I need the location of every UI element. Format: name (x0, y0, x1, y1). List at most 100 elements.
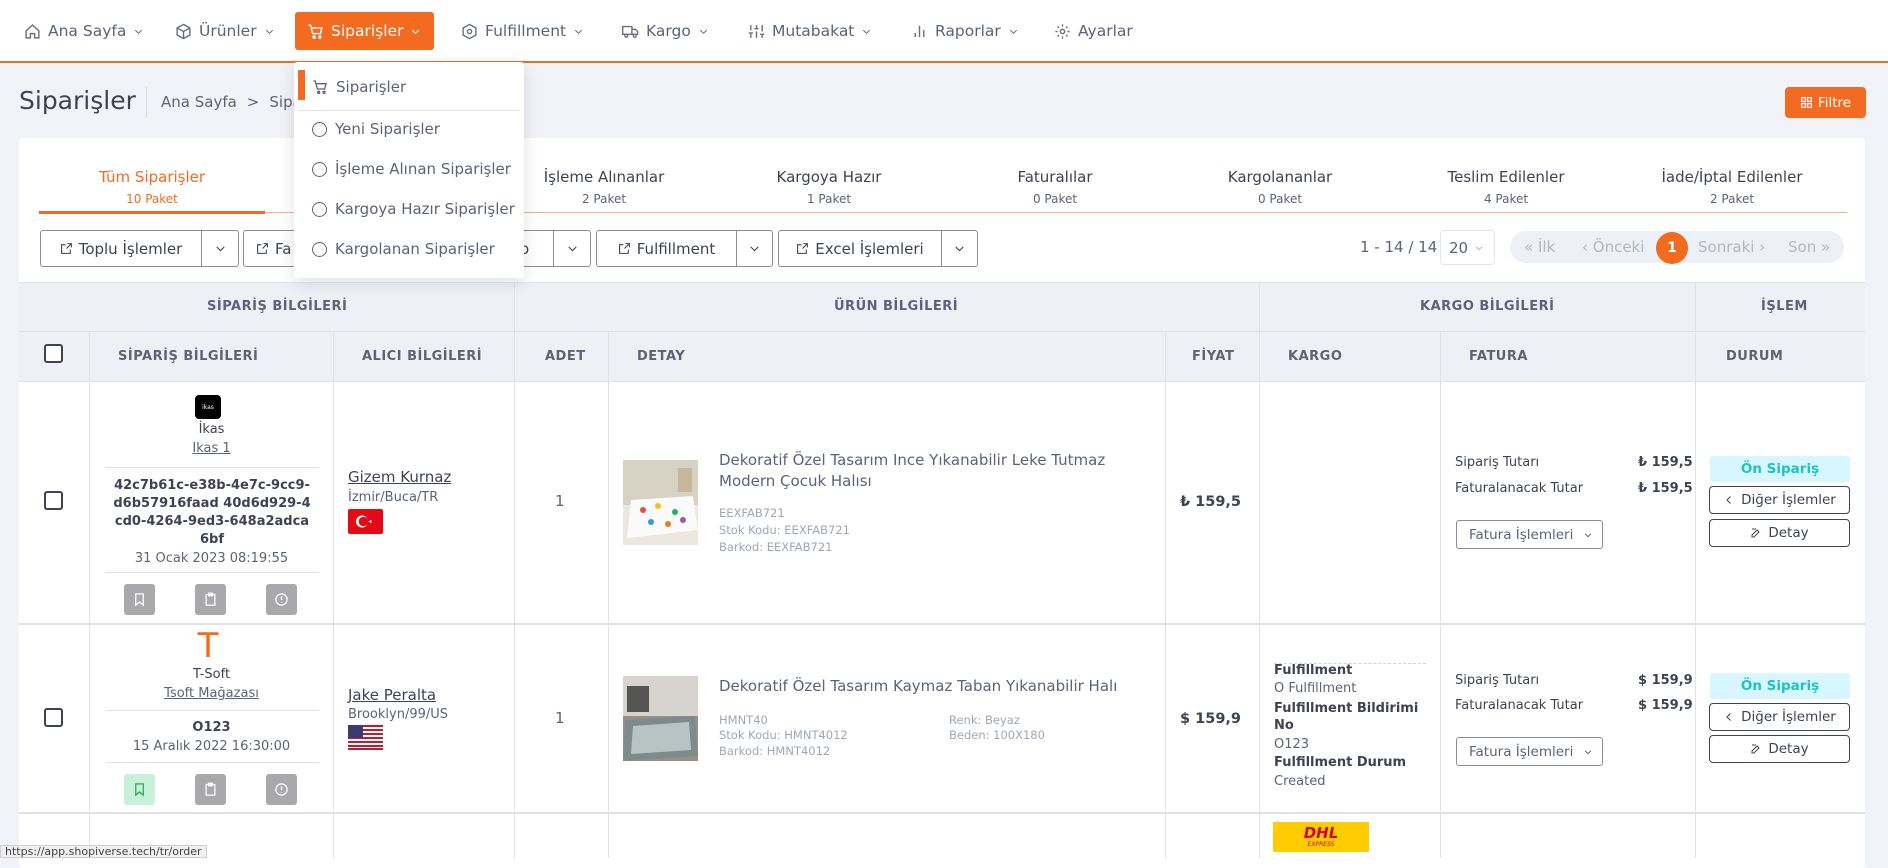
buyer-name[interactable]: Jake Peralta (348, 686, 436, 704)
tab-label: Kargoya Hazır (776, 168, 882, 186)
clipboard-button[interactable] (195, 584, 226, 615)
nav-label: Fulfillment (485, 22, 567, 40)
excel-actions-toggle[interactable] (941, 230, 978, 267)
fulfillment-actions-label: Fulfillment (636, 239, 716, 258)
pagination-first[interactable]: « İlk (1524, 238, 1555, 256)
header-divider (19, 331, 1865, 332)
bulk-actions-toggle[interactable] (201, 230, 239, 267)
cell-divider (106, 762, 319, 763)
nav-label: Ana Sayfa (48, 22, 127, 40)
pagination-current-page[interactable]: 1 (1656, 232, 1688, 264)
product-size: Beden: 100X180 (949, 728, 1045, 742)
page-size-select[interactable]: 20 (1440, 230, 1495, 265)
detail-label: Detay (1768, 525, 1809, 541)
tab-teslim-edilenler[interactable]: Teslim Edilenler 4 Paket (1396, 168, 1616, 206)
product-sku: HMNT40 (719, 713, 768, 727)
chevron-down-icon (1009, 29, 1017, 34)
ikas-logo: ikas (195, 395, 221, 419)
product-sku: EEXFAB721 (719, 506, 785, 520)
cart-icon (313, 80, 327, 94)
active-indicator (298, 70, 305, 100)
status-badge: Ön Sipariş (1710, 456, 1850, 482)
tab-tum-siparisler[interactable]: Tüm Siparişler 10 Paket (42, 168, 262, 206)
chevron-down-icon (265, 29, 273, 34)
select-all-checkbox[interactable] (44, 344, 63, 363)
nav-siparisler[interactable]: Siparişler (295, 12, 434, 50)
row-checkbox[interactable] (44, 708, 63, 727)
product-color: Renk: Beyaz (949, 713, 1020, 727)
dropdown-item-kargolanan[interactable]: Kargolanan Siparişler (312, 240, 495, 258)
turkey-flag-icon (348, 509, 383, 534)
fulfillment-status-title: Fulfillment Durum (1274, 755, 1407, 770)
nav-raporlar[interactable]: Raporlar (899, 12, 1031, 50)
tsoft-logo: T (197, 626, 219, 666)
tab-isleme-alinanlar[interactable]: İşleme Alınanlar 2 Paket (494, 168, 714, 206)
invoice-order-label: Sipariş Tutarı (1455, 673, 1540, 688)
filter-label: Filtre (1817, 94, 1852, 111)
group-header-siparis: SİPARİŞ BİLGİLERİ (207, 299, 348, 314)
pagination-next[interactable]: Sonraki › (1698, 238, 1765, 256)
detail-button[interactable]: Detay (1709, 519, 1850, 547)
detail-button[interactable]: Detay (1709, 735, 1850, 763)
cargo-actions-toggle[interactable] (553, 230, 591, 267)
row-checkbox[interactable] (44, 491, 63, 510)
dhl-logo: DHL EXPRESS (1273, 822, 1369, 852)
tab-iade-iptal[interactable]: İade/İptal Edilenler 2 Paket (1622, 168, 1842, 206)
dropdown-item-yeni-siparisler[interactable]: Yeni Siparişler (312, 120, 440, 138)
store-link[interactable]: Ikas 1 (90, 441, 333, 456)
pagination-prev[interactable]: ‹ Önceki (1582, 238, 1644, 256)
clipboard-button[interactable] (195, 774, 226, 805)
pagination-last[interactable]: Son » (1788, 238, 1830, 256)
quantity: 1 (555, 709, 565, 727)
status-badge: Ön Sipariş (1710, 673, 1850, 699)
group-header-urun: ÜRÜN BİLGİLERİ (834, 299, 959, 314)
chevron-down-icon (575, 29, 583, 34)
active-tab-indicator (39, 211, 265, 214)
nav-kargo[interactable]: Kargo (610, 12, 721, 50)
dropdown-item-kargoya-hazir[interactable]: Kargoya Hazır Siparişler (312, 200, 515, 218)
other-actions-label: Diğer İşlemler (1741, 492, 1836, 508)
grid-icon (1800, 96, 1812, 109)
fulfillment-value: O Fulfillment (1274, 681, 1357, 696)
invoice-actions-select[interactable]: Fatura İşlemleri (1456, 520, 1603, 549)
breadcrumb-home[interactable]: Ana Sayfa (161, 93, 237, 111)
dhl-logo-subtext: EXPRESS (1307, 841, 1335, 848)
col-divider (608, 331, 609, 858)
bookmark-button[interactable] (124, 774, 155, 805)
tab-faturalilar[interactable]: Faturalılar 0 Paket (945, 168, 1165, 206)
col-durum: DURUM (1726, 349, 1784, 364)
tab-kargolananlar[interactable]: Kargolananlar 0 Paket (1170, 168, 1390, 206)
buyer-name[interactable]: Gizem Kurnaz (348, 468, 451, 486)
price: ₺ 159,5 (1180, 494, 1242, 510)
other-actions-button[interactable]: Diğer İşlemler (1709, 703, 1850, 731)
bookmark-icon (135, 593, 144, 607)
dropdown-item-isleme-alinan[interactable]: İşleme Alınan Siparişler (312, 160, 511, 178)
other-actions-button[interactable]: Diğer İşlemler (1709, 486, 1850, 514)
nav-mutabakat[interactable]: Mutabakat (736, 12, 884, 50)
info-button[interactable] (266, 584, 297, 615)
bulk-actions-button[interactable]: Toplu İşlemler (40, 230, 202, 267)
store-name: T-Soft (192, 667, 231, 682)
invoice-bill-value: $ 159,9 (1638, 698, 1693, 713)
store-link[interactable]: Tsoft Mağazası (90, 686, 333, 701)
nav-ana-sayfa[interactable]: Ana Sayfa (12, 12, 156, 50)
circle-icon (312, 241, 327, 257)
invoice-bill-label: Faturalanacak Tutar (1455, 698, 1584, 713)
tab-label: İşleme Alınanlar (543, 168, 665, 186)
filter-button[interactable]: Filtre (1785, 87, 1866, 118)
fulfillment-actions-button[interactable]: Fulfillment (596, 230, 737, 267)
col-fatura: FATURA (1469, 349, 1528, 364)
tab-label: Tüm Siparişler (98, 168, 206, 186)
fulfillment-actions-toggle[interactable] (736, 230, 773, 267)
nav-ayarlar[interactable]: Ayarlar (1042, 12, 1145, 50)
excel-actions-button[interactable]: Excel İşlemleri (778, 230, 942, 267)
tab-count: 0 Paket (1032, 192, 1078, 206)
nav-urunler[interactable]: Ürünler (163, 12, 287, 50)
info-button[interactable] (266, 774, 297, 805)
bookmark-button[interactable] (124, 584, 155, 615)
dropdown-item-siparisler[interactable]: Siparişler (312, 78, 406, 96)
invoice-actions-select[interactable]: Fatura İşlemleri (1456, 737, 1603, 766)
bar-chart-icon (914, 25, 925, 37)
tab-kargoya-hazir[interactable]: Kargoya Hazır 1 Paket (719, 168, 939, 206)
nav-fulfillment[interactable]: Fulfillment (449, 12, 596, 50)
